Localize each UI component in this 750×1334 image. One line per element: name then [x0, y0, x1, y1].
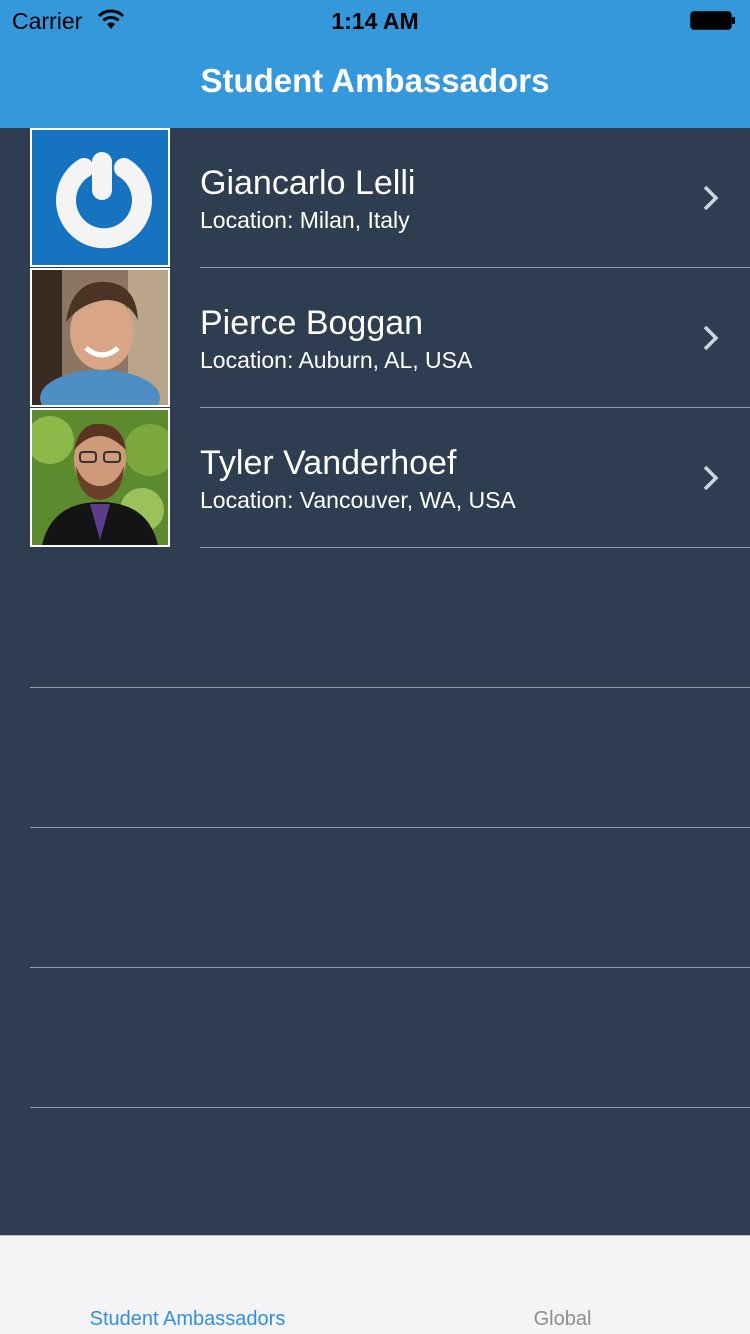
ambassador-name: Pierce Boggan [200, 304, 424, 342]
status-time: 1:14 AM [331, 8, 419, 34]
person-photo [32, 270, 168, 405]
chevron-right-icon [703, 185, 719, 211]
chevron-right-icon [703, 325, 719, 351]
list-item-giancarlo-lelli[interactable]: Giancarlo Lelli Location: Milan, Italy [0, 128, 750, 268]
avatar [30, 128, 170, 267]
divider [200, 547, 750, 548]
list-item-pierce-boggan[interactable]: Pierce Boggan Location: Auburn, AL, USA [0, 268, 750, 408]
tab-global[interactable]: Global [375, 1308, 750, 1331]
page-title: Student Ambassadors [200, 62, 550, 99]
list-item-tyler-vanderhoef[interactable]: Tyler Vanderhoef Location: Vancouver, WA… [0, 408, 750, 548]
avatar [30, 268, 170, 407]
divider [30, 827, 750, 828]
divider [30, 1107, 750, 1108]
avatar [30, 408, 170, 547]
ambassador-location: Location: Auburn, AL, USA [200, 347, 473, 373]
battery-icon [690, 11, 735, 30]
tab-bar: Student Ambassadors Global [0, 1235, 750, 1334]
navigation-header: Carrier 1:14 AM Student Ambassadors [0, 0, 750, 128]
chevron-right-icon [703, 465, 719, 491]
tab-student-ambassadors[interactable]: Student Ambassadors [0, 1308, 375, 1331]
ambassador-name: Tyler Vanderhoef [200, 444, 457, 482]
ambassador-name: Giancarlo Lelli [200, 164, 416, 202]
power-logo-icon [32, 130, 168, 265]
person-photo [32, 410, 168, 545]
ambassador-location: Location: Vancouver, WA, USA [200, 487, 516, 513]
ambassador-location: Location: Milan, Italy [200, 207, 410, 233]
divider [30, 687, 750, 688]
divider [30, 967, 750, 968]
status-bar: Carrier 1:14 AM [0, 0, 750, 40]
